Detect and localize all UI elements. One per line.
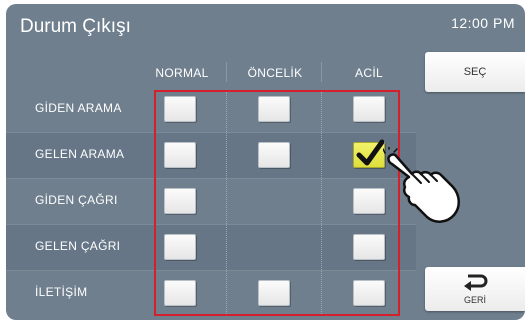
toggle-emergency[interactable] [353,139,385,168]
back-button[interactable]: GERİ [425,267,525,311]
column-header-normal: NORMAL [155,66,209,80]
toggle-emergency[interactable] [353,234,385,260]
status-output-screen: Durum Çıkışı 12:00 PM NORMAL ÖNCELİK ACİ… [6,4,525,320]
back-label: GERİ [463,295,486,305]
toggle-normal[interactable] [164,96,196,122]
toggle-normal[interactable] [164,280,196,306]
column-header-emergency: ACİL [355,66,383,80]
page-title: Durum Çıkışı [20,16,131,37]
toggle-emergency[interactable] [353,188,385,214]
toggle-priority[interactable] [258,142,290,168]
row-divider [6,132,416,133]
header-divider [321,62,322,82]
row-label: GİDEN ÇAĞRI [35,193,118,207]
row-label: GELEN ÇAĞRI [35,239,121,253]
row-divider [6,224,416,225]
toggle-priority[interactable] [258,280,290,306]
column-header-priority: ÖNCELİK [247,66,303,80]
toggle-emergency[interactable] [353,96,385,122]
clock: 12:00 PM [451,15,515,31]
check-icon [356,139,384,166]
row-divider [6,270,416,271]
return-arrow-icon [464,274,488,291]
column-divider [226,92,227,316]
row-divider [6,178,416,179]
toggle-normal[interactable] [164,188,196,214]
select-button[interactable]: SEÇ [425,52,525,92]
toggle-priority[interactable] [258,96,290,122]
toggle-normal[interactable] [164,142,196,168]
pointing-hand-icon [383,147,460,223]
row-label: İLETİŞİM [35,285,88,299]
column-divider [321,92,322,316]
toggle-normal[interactable] [164,234,196,260]
row-label: GİDEN ARAMA [35,101,122,115]
header-divider [226,62,227,82]
toggle-emergency[interactable] [353,280,385,306]
row-label: GELEN ARAMA [35,147,125,161]
